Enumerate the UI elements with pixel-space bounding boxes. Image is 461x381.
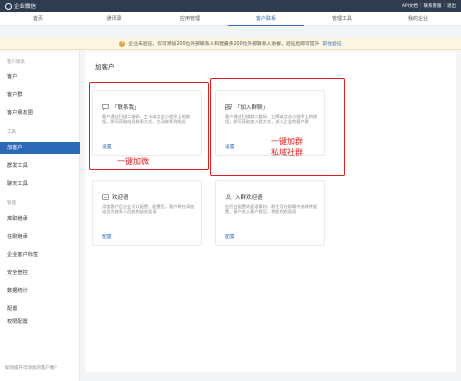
annotation-label-private-community: 私域社群 xyxy=(271,148,303,157)
card-title: 欢迎语 xyxy=(112,195,129,201)
sidebar-item-add-customer[interactable]: 加客户 xyxy=(0,142,80,154)
verify-link[interactable]: 前往验证 xyxy=(322,40,341,47)
nav-contacts[interactable]: 通讯录 xyxy=(76,12,152,26)
nav-my-enterprise[interactable]: 我的企业 xyxy=(380,12,456,26)
warning-icon: ! xyxy=(119,40,126,47)
sidebar-group-title: 管理 xyxy=(7,201,16,206)
card-description: 添加客户后企业可以配置、配置后，客户将在添加成员为联系人后收到该欢迎语 xyxy=(102,204,195,215)
main-nav: 首页 通讯录 应用管理 客户联系 管理工具 我的企业 xyxy=(0,12,461,26)
separator: | xyxy=(443,3,445,8)
sidebar-item-statistics[interactable]: 数据统计 xyxy=(0,285,80,297)
welcome-icon xyxy=(102,194,109,200)
sidebar-item-permission-config[interactable]: 权限配置 xyxy=(0,316,80,328)
sidebar-group-title: 工具 xyxy=(7,130,16,135)
sidebar-item-resigned-inheritance[interactable]: 离职继承 xyxy=(0,213,80,225)
sidebar-item-customer-tags[interactable]: 企业客户标签 xyxy=(0,249,80,261)
sidebar-item-onjob-inheritance[interactable]: 在职继承 xyxy=(0,231,80,243)
card-header: 入群欢迎语 xyxy=(225,193,263,201)
page-title: 加客户 xyxy=(95,63,115,71)
sidebar: 客户联系 客户 客户群 客户朋友圈 工具 加客户 群发工具 聊天工具 管理 离职… xyxy=(0,52,80,381)
sidebar-help-link[interactable]: 如何提升可添加的客户数？ xyxy=(5,365,59,371)
nav-management-tools[interactable]: 管理工具 xyxy=(304,12,380,26)
separator: | xyxy=(419,3,422,8)
main-panel: 加客户 「联系我」 客户通过扫描二维码、工卡或点击小程序上的按钮，即可获取成员联… xyxy=(85,52,456,372)
verification-notice: ! 企业未验证，仅可添加200位外部联系人和建最多200位外部联系人进群，验证后… xyxy=(0,38,461,50)
contact-support-link[interactable]: 联系客服 xyxy=(423,3,441,9)
sidebar-item-customer-moments[interactable]: 客户朋友圈 xyxy=(0,107,80,119)
group-welcome-config-link[interactable]: 配置 xyxy=(225,233,235,240)
card-header: 欢迎语 xyxy=(102,193,129,201)
card-title: 入群欢迎语 xyxy=(235,195,263,201)
sidebar-item-customer-groups[interactable]: 客户群 xyxy=(0,89,80,101)
card-description: 在后台配置欢迎语素材，群主可在群聊中选择并配置，客户进入客户群后，将收到欢迎语 xyxy=(225,204,318,215)
annotation-box-join-group xyxy=(210,78,345,176)
notice-text: 企业未验证，仅可添加200位外部联系人和建最多200位外部联系人进群，验证后即可… xyxy=(128,42,320,47)
wecom-logo-icon xyxy=(5,2,12,10)
welcome-message-card: 欢迎语 添加客户后企业可以配置、配置后，客户将在添加成员为联系人后收到该欢迎语 … xyxy=(92,180,202,246)
nav-app-management[interactable]: 应用管理 xyxy=(152,12,228,26)
top-links: API文档 | 联系客服 | 退出 xyxy=(402,3,456,9)
sidebar-group-title: 客户联系 xyxy=(7,60,25,65)
app-logo[interactable]: 企业微信 xyxy=(5,2,36,10)
nav-customer-contact[interactable]: 客户联系 xyxy=(228,12,304,26)
sidebar-item-chat-tools[interactable]: 聊天工具 xyxy=(0,178,80,190)
annotation-box-add-wechat xyxy=(89,82,209,170)
top-bar: 企业微信 API文档 | 联系客服 | 退出 xyxy=(0,0,461,12)
sidebar-item-configuration[interactable]: 配置 xyxy=(0,303,80,315)
welcome-message-config-link[interactable]: 配置 xyxy=(102,233,112,240)
logout-link[interactable]: 退出 xyxy=(447,3,456,9)
sidebar-item-mass-messaging[interactable]: 群发工具 xyxy=(0,160,80,172)
api-docs-link[interactable]: API文档 xyxy=(402,3,418,9)
annotation-label-join-group: 一键加群 xyxy=(271,137,303,146)
group-user-icon xyxy=(225,194,232,200)
sidebar-item-customers[interactable]: 客户 xyxy=(0,71,80,83)
group-welcome-card: 入群欢迎语 在后台配置欢迎语素材，群主可在群聊中选择并配置，客户进入客户群后，将… xyxy=(215,180,325,246)
nav-home[interactable]: 首页 xyxy=(0,12,76,26)
app-name: 企业微信 xyxy=(14,4,37,10)
sidebar-item-security-control[interactable]: 安全管控 xyxy=(0,267,80,279)
annotation-label-add-wechat: 一键加微 xyxy=(117,157,149,166)
